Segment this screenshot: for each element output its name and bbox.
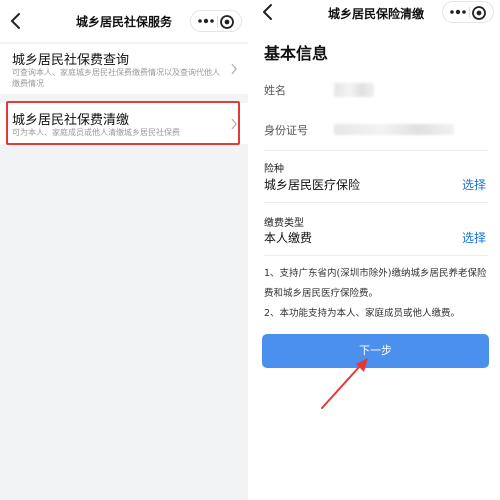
- insurance-type-value: 城乡居民医疗保险: [264, 178, 361, 192]
- target-circle-icon[interactable]: [219, 14, 235, 30]
- target-circle-icon[interactable]: [471, 5, 487, 21]
- chevron-right-icon: [231, 63, 237, 75]
- name-value-redacted: [334, 83, 374, 97]
- list-item-desc: 可为本人、家庭成员或他人清缴城乡居民社保费: [12, 128, 180, 137]
- id-number-value-redacted: [334, 124, 454, 135]
- right-page-title: 城乡居民保险清缴: [327, 7, 424, 21]
- list-item-title: 城乡居民社保费清缴: [12, 113, 130, 128]
- mini-program-capsule: [190, 10, 242, 32]
- divider: [264, 150, 488, 151]
- note-1: 1、支持广东省内(深圳市除外)缴纳城乡居民养老保险费和城乡居民医疗保险费。: [264, 268, 487, 299]
- next-step-button[interactable]: 下一步: [262, 334, 489, 368]
- name-label: 姓名: [264, 84, 286, 97]
- section-title: 基本信息: [264, 44, 329, 63]
- list-item-payment[interactable]: 城乡居民社保费清缴 可为本人、家庭成员或他人清缴城乡居民社保费: [0, 103, 248, 144]
- left-navbar: 城乡居民社保服务: [0, 0, 248, 42]
- divider: [264, 202, 488, 203]
- insurance-type-label: 险种: [264, 164, 284, 175]
- left-screen: 城乡居民社保服务 城乡居民社保费查询 可查询本人、家庭城乡居民社保费缴费情况以及…: [0, 0, 248, 500]
- insurance-type-select[interactable]: 选择: [462, 176, 486, 193]
- stage: 城乡居民社保服务 城乡居民社保费查询 可查询本人、家庭城乡居民社保费缴费情况以及…: [0, 0, 500, 500]
- list-item-desc: 可查询本人、家庭城乡居民社保费缴费情况以及查询代他人缴费情况: [12, 68, 220, 88]
- more-dots-icon[interactable]: [449, 5, 467, 19]
- more-dots-icon[interactable]: [197, 14, 215, 28]
- list-item-title: 城乡居民社保费查询: [12, 53, 130, 68]
- id-number-label: 身份证号: [264, 124, 308, 137]
- right-navbar: 城乡居民保险清缴: [252, 0, 500, 26]
- chevron-right-icon: [231, 118, 237, 130]
- back-arrow-icon[interactable]: [260, 2, 278, 22]
- payment-type-label: 缴费类型: [264, 218, 304, 229]
- capsule-divider: [217, 16, 218, 27]
- divider: [264, 255, 488, 256]
- payment-type-select[interactable]: 选择: [462, 229, 486, 246]
- note-2: 2、本功能支持为本人、家庭成员或他人缴费。: [264, 308, 461, 319]
- right-screen: 城乡居民保险清缴 基本信息 姓名 身份证号 险种 城乡居民医疗保险 选择 缴费类…: [252, 0, 500, 500]
- payment-type-value: 本人缴费: [264, 231, 313, 245]
- capsule-divider: [469, 7, 470, 18]
- back-arrow-icon[interactable]: [8, 11, 26, 31]
- left-page-title: 城乡居民社保服务: [75, 15, 172, 29]
- mini-program-capsule: [442, 1, 494, 23]
- list-item-query[interactable]: 城乡居民社保费查询 可查询本人、家庭城乡居民社保费缴费情况以及查询代他人缴费情况: [0, 44, 248, 94]
